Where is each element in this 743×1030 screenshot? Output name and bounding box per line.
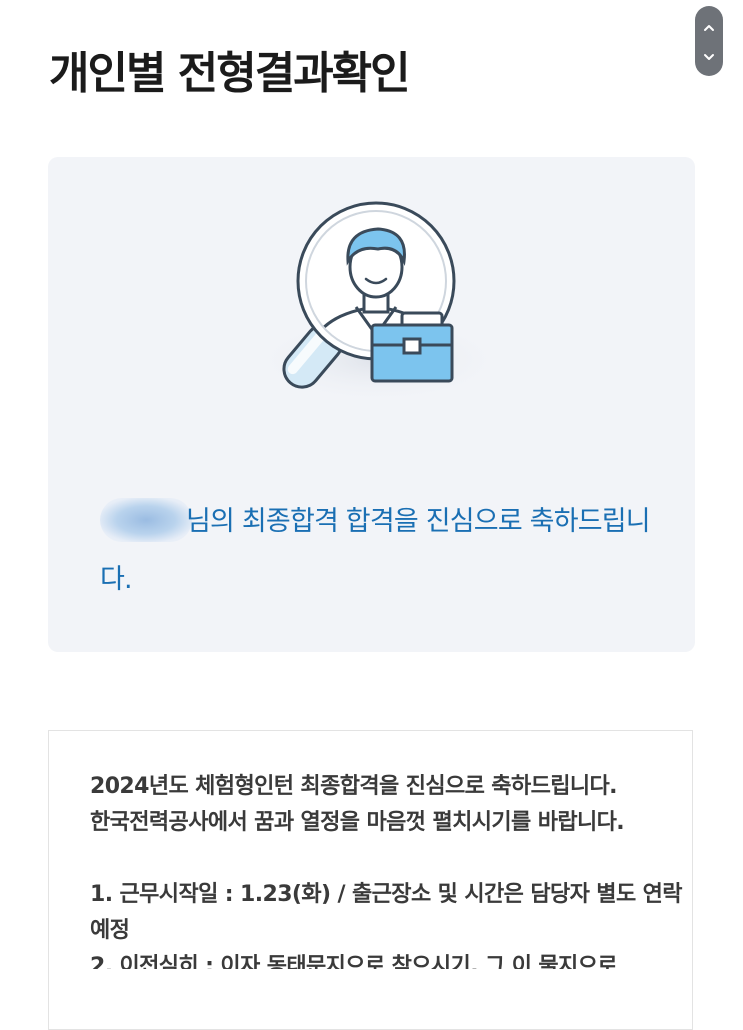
notice-text: 2024년도 체험형인턴 최종합격을 진심으로 축하드립니다. 한국전력공사에서…	[90, 769, 690, 969]
result-card: 님의 최종합격 합격을 진심으로 축하드립니다.	[48, 157, 695, 652]
page-title: 개인별 전형결과확인	[49, 48, 411, 99]
scroll-widget[interactable]	[695, 6, 723, 76]
result-message: 님의 최종합격 합격을 진심으로 축하드립니다.	[100, 493, 660, 609]
chevron-down-icon[interactable]	[702, 49, 716, 63]
notice-box: 2024년도 체험형인턴 최종합격을 진심으로 축하드립니다. 한국전력공사에서…	[48, 730, 693, 1030]
notice-item-1: 1. 근무시작일 : 1.23(화) / 출근장소 및 시간은 담당자 별도 연…	[90, 882, 683, 943]
blurred-name	[100, 498, 192, 542]
chevron-up-icon[interactable]	[702, 20, 716, 34]
notice-line-2: 한국전력공사에서 꿈과 열정을 마음껏 펼치시기를 바랍니다.	[90, 810, 625, 835]
candidate-search-icon	[238, 195, 528, 405]
notice-item-2: 2. 이전심히 : 이자 동태문지으로 찾으시기, 그 이 물지으로	[90, 954, 618, 969]
notice-line-1: 2024년도 체험형인턴 최종합격을 진심으로 축하드립니다.	[90, 774, 618, 799]
